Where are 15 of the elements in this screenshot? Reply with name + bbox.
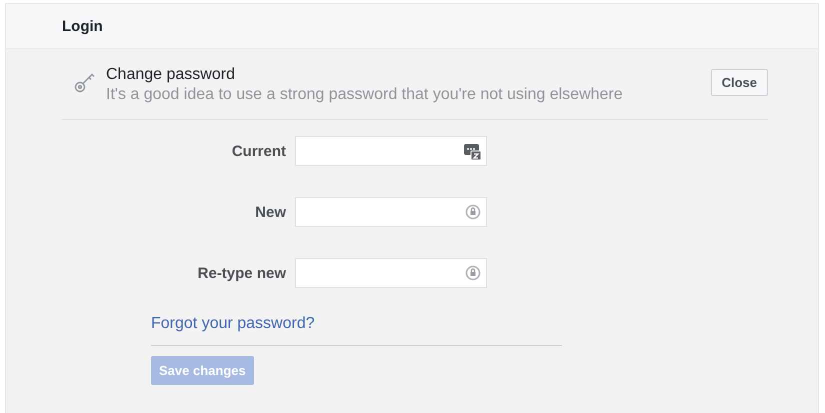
field-label: Re-type new: [196, 264, 287, 282]
field-label: New: [254, 204, 287, 220]
key-icon: [74, 71, 96, 93]
field-label: Current: [230, 142, 287, 160]
lock-icon[interactable]: [465, 204, 481, 220]
password-field[interactable]: [295, 136, 487, 166]
section-heading: Change password: [106, 65, 236, 85]
password-field[interactable]: [295, 197, 487, 227]
section-description: It's a good idea to use a strong password that you're not using elsewhere: [106, 85, 624, 105]
close-button[interactable]: Close: [710, 69, 768, 96]
section-title: Login: [62, 18, 103, 34]
password-manager-icon[interactable]: [464, 142, 481, 160]
lock-icon[interactable]: [465, 265, 481, 281]
forgot-password-link[interactable]: Forgot your password?: [151, 315, 315, 333]
password-field[interactable]: [295, 258, 487, 288]
